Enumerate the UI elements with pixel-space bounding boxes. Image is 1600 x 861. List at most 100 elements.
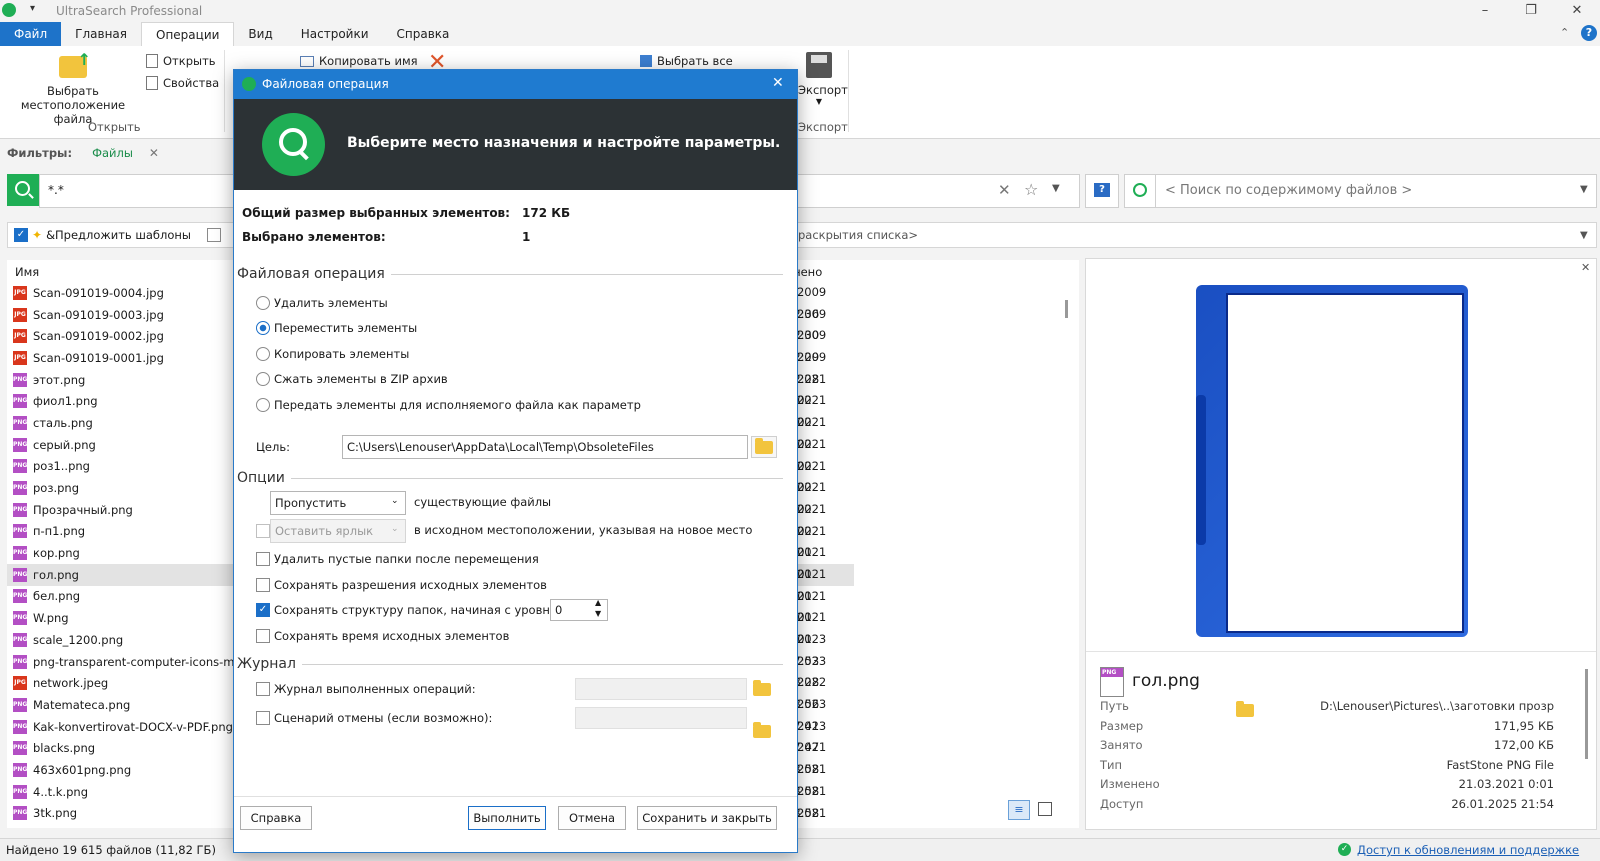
operation-radio[interactable] (256, 321, 270, 336)
help-button[interactable]: Справка (240, 806, 312, 830)
list-scrollbar-thumb[interactable] (1065, 300, 1068, 318)
delete-empty-folders-checkbox[interactable] (256, 552, 270, 566)
list-item[interactable]: PNG scale_1200.png (7, 629, 237, 651)
list-item[interactable]: PNG фиол1.png (7, 390, 237, 412)
list-item[interactable]: PNG бел.png (7, 586, 237, 608)
operation-radio[interactable] (256, 295, 270, 310)
open-button[interactable]: Открыть (146, 54, 216, 68)
undo-script-checkbox[interactable] (256, 711, 270, 725)
shortcut-checkbox[interactable] (256, 524, 270, 538)
help-icon[interactable]: ? (1581, 25, 1597, 41)
minimize-button[interactable]: – (1462, 0, 1508, 22)
undo-script-folder-icon[interactable] (753, 722, 771, 738)
update-support-link[interactable]: Доступ к обновлениям и поддержке (1357, 843, 1579, 857)
list-item[interactable]: PNG роз.png (7, 477, 237, 499)
tab-help[interactable]: Справка (383, 22, 464, 46)
list-item[interactable]: JPG Scan-091019-0003.jpg (7, 304, 237, 326)
list-item[interactable]: PNG этот.png (7, 369, 237, 391)
spin-down-icon[interactable]: ▼ (595, 609, 601, 618)
template-checkbox-2[interactable] (207, 228, 222, 242)
column-name-header[interactable]: Имя (15, 265, 39, 279)
path-folder-icon[interactable] (1236, 701, 1254, 717)
operation-option[interactable]: Передать элементы для исполняемого файла… (256, 392, 641, 418)
list-item[interactable]: JPG Scan-091019-0001.jpg (7, 347, 237, 369)
close-preview-icon[interactable]: ✕ (1581, 261, 1590, 274)
target-path-input[interactable]: C:\Users\Lenouser\AppData\Local\Temp\Obs… (342, 435, 748, 459)
template-dropdown-icon[interactable]: ▼ (1580, 230, 1588, 241)
list-item[interactable]: PNG Kak-konvertirovat-DOCX-v-PDF.png (7, 716, 237, 738)
undo-script-option[interactable]: Сценарий отмены (если возможно): (256, 711, 492, 725)
content-search-input[interactable]: < Поиск по содержимому файлов > ▼ (1124, 174, 1597, 208)
list-item[interactable]: JPG Scan-091019-0004.jpg (7, 282, 237, 304)
copy-name-button[interactable]: Копировать имя (300, 54, 418, 68)
list-item[interactable]: PNG кор.png (7, 542, 237, 564)
operations-log-option[interactable]: Журнал выполненных операций: (256, 682, 476, 696)
search-button[interactable] (7, 174, 39, 206)
favorite-star-icon[interactable]: ☆ (1024, 180, 1038, 199)
operation-option[interactable]: Копировать элементы (256, 341, 641, 367)
list-item[interactable]: PNG blacks.png (7, 737, 237, 759)
tab-view[interactable]: Вид (234, 22, 286, 46)
list-item[interactable]: PNG гол.png (7, 563, 237, 586)
list-item[interactable]: PNG Прозрачный.png (7, 499, 237, 521)
operation-radio[interactable] (256, 346, 270, 361)
properties-button[interactable]: Свойства (146, 76, 219, 90)
list-item[interactable]: PNG 463x601png.png (7, 759, 237, 781)
operation-option[interactable]: Сжать элементы в ZIP архив (256, 367, 641, 393)
cancel-button[interactable]: Отмена (558, 806, 626, 830)
list-item[interactable]: PNG Matemateca.png (7, 694, 237, 716)
operation-option[interactable]: Переместить элементы (256, 316, 641, 342)
choose-location-button[interactable]: ↑ Выбрать местоположение файла (8, 50, 138, 126)
thumbnail-view-icon[interactable] (1038, 802, 1052, 816)
clear-search-icon[interactable]: ✕ (998, 181, 1011, 199)
list-item[interactable]: PNG png-transparent-computer-icons-my-d (7, 651, 237, 673)
save-and-close-button[interactable]: Сохранить и закрыть (637, 806, 777, 830)
search-dropdown-icon[interactable]: ▼ (1052, 183, 1060, 194)
list-item[interactable]: PNG сталь.png (7, 412, 237, 434)
select-all-button[interactable]: Выбрать все (640, 54, 733, 68)
remove-filter-icon[interactable]: ✕ (149, 146, 159, 160)
maximize-button[interactable]: ❐ (1508, 0, 1554, 22)
preview-scrollbar[interactable] (1585, 669, 1588, 759)
operations-log-folder-icon[interactable] (753, 680, 771, 696)
quick-access-dropdown-icon[interactable]: ▾ (30, 3, 35, 14)
dialog-close-button[interactable]: ✕ (772, 75, 784, 91)
delete-empty-folders-option[interactable]: Удалить пустые папки после перемещения (256, 552, 539, 566)
list-item[interactable]: PNG роз1..png (7, 456, 237, 478)
list-item[interactable]: PNG серый.png (7, 434, 237, 456)
keep-permissions-option[interactable]: Сохранять разрешения исходных элементов (256, 578, 547, 592)
operation-radio[interactable] (256, 397, 270, 412)
list-item[interactable]: PNG 4..t.k.png (7, 781, 237, 803)
existing-files-combo[interactable]: Пропустить ⌄ (270, 491, 406, 515)
keep-structure-option[interactable]: ✓ Сохранять структуру папок, начиная с у… (256, 603, 561, 617)
content-search-dropdown-icon[interactable]: ▼ (1580, 184, 1588, 195)
tab-operations[interactable]: Операции (141, 21, 235, 47)
tab-settings[interactable]: Настройки (287, 22, 383, 46)
keep-permissions-checkbox[interactable] (256, 578, 270, 592)
list-item[interactable]: PNG п-п1.png (7, 521, 237, 543)
collapse-ribbon-icon[interactable]: ⌃ (1560, 26, 1569, 39)
details-view-icon[interactable]: ≡ (1008, 800, 1030, 820)
list-item[interactable]: PNG W.png (7, 607, 237, 629)
export-button[interactable]: Экспорт ▼ (798, 52, 848, 106)
structure-level-spinner[interactable]: 0 ▲ ▼ (550, 598, 608, 621)
suggest-templates-checkbox[interactable]: ✓ (14, 228, 28, 242)
operation-radio[interactable] (256, 372, 270, 387)
keep-time-checkbox[interactable] (256, 629, 270, 643)
list-item[interactable]: PNG 3tk.png (7, 803, 237, 825)
filter-chip-files[interactable]: Файлы (92, 146, 133, 160)
browse-target-button[interactable] (751, 436, 777, 458)
list-item[interactable]: JPG Scan-091019-0002.jpg (7, 325, 237, 347)
list-item[interactable]: JPG network.jpeg (7, 672, 237, 694)
operations-log-checkbox[interactable] (256, 682, 270, 696)
close-window-button[interactable]: ✕ (1554, 0, 1600, 22)
tab-home[interactable]: Главная (61, 22, 141, 46)
file-list[interactable]: JPG Scan-091019-0004.jpg JPG Scan-091019-00… (7, 282, 237, 828)
quick-help-button[interactable]: ? (1085, 174, 1119, 208)
keep-structure-checkbox[interactable]: ✓ (256, 603, 270, 617)
tab-file[interactable]: Файл (0, 22, 62, 46)
keep-time-option[interactable]: Сохранять время исходных элементов (256, 629, 509, 643)
execute-button[interactable]: Выполнить (468, 806, 546, 830)
operation-option[interactable]: Удалить элементы (256, 290, 641, 316)
spin-up-icon[interactable]: ▲ (595, 598, 601, 607)
